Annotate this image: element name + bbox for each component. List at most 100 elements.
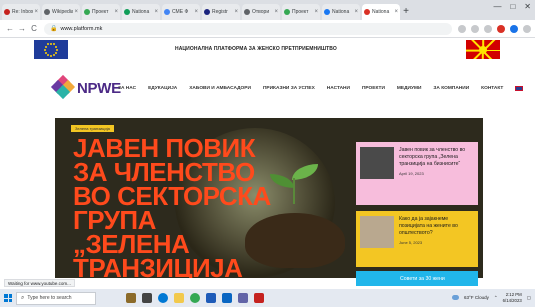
hero-image-plant — [270, 164, 320, 204]
back-button[interactable]: ← — [4, 24, 16, 33]
news-card-title[interactable]: Како да ја зајакнеме позицијата на женит… — [399, 216, 474, 237]
powerpoint-icon[interactable] — [254, 293, 264, 303]
tab-label: Nationa — [372, 9, 390, 15]
tab-close-icon[interactable]: × — [314, 9, 318, 15]
close-window-button[interactable]: ✕ — [524, 2, 531, 11]
tab-close-icon[interactable]: × — [234, 9, 238, 15]
eu-star — [44, 45, 47, 48]
npwe-logo-icon[interactable] — [50, 74, 76, 100]
extension-icon[interactable] — [497, 24, 505, 33]
taskbar-search-input[interactable]: ⌕ Type here to search — [16, 291, 96, 305]
chrome-icon[interactable] — [190, 293, 200, 303]
hero-title[interactable]: Јавен повик за членство во секторска гру… — [73, 135, 273, 278]
tab-label: Проект — [292, 9, 309, 15]
tab-favicon-icon — [4, 9, 10, 15]
eu-star — [56, 48, 58, 51]
edge-icon[interactable] — [158, 293, 168, 303]
eu-flag-logo — [34, 40, 68, 59]
file-explorer-icon[interactable] — [174, 293, 184, 303]
news-card-title[interactable]: Совети за 30 жени — [360, 276, 445, 282]
task-view-icon[interactable] — [142, 293, 152, 303]
news-card[interactable]: Како да ја зајакнеме позицијата на женит… — [356, 211, 478, 267]
tab-close-icon[interactable]: × — [114, 9, 118, 15]
nav-item[interactable]: ПРОЕКТИ — [362, 86, 385, 91]
eu-star — [50, 54, 52, 57]
lock-icon: 🔒 — [50, 26, 58, 32]
network-icon[interactable]: ⌃ — [494, 295, 498, 301]
nav-item[interactable]: ЗА НАС — [118, 86, 136, 91]
reload-button[interactable]: C — [28, 24, 40, 33]
browser-tab[interactable]: Nationa × — [122, 4, 160, 20]
maximize-button[interactable]: □ — [510, 2, 515, 11]
tab-close-icon[interactable]: × — [154, 9, 158, 15]
tab-label: СМЕ Ф — [172, 9, 189, 15]
nav-item[interactable]: ЕДУКАЦИЈА — [148, 86, 177, 91]
minimize-button[interactable]: — — [493, 2, 501, 11]
notifications-icon[interactable]: ▢ — [527, 295, 531, 301]
nav-item[interactable]: ХАБОВИ И АМБАСАДОРИ — [189, 86, 251, 91]
english-language-flag-icon[interactable] — [515, 86, 524, 91]
word-icon[interactable] — [206, 293, 216, 303]
browser-tab[interactable]: Проект × — [82, 4, 120, 20]
tab-close-icon[interactable]: × — [394, 9, 398, 15]
address-bar[interactable]: 🔒 www.platform.mk — [44, 22, 452, 35]
site-logo-text[interactable]: NPWE — [77, 80, 121, 97]
browser-tab[interactable]: Registr × — [202, 4, 240, 20]
new-tab-button[interactable]: + — [400, 4, 412, 20]
system-tray: 63°F Cloudy ⌃ 2:12 PM 6/14/2023 ▢ — [452, 292, 531, 303]
tab-label: Registr — [212, 9, 228, 15]
clock-date: 6/14/2023 — [502, 297, 522, 303]
tab-close-icon[interactable]: × — [74, 9, 78, 15]
search-icon: ⌕ — [21, 294, 25, 301]
nav-item[interactable]: ПРИКАЗНИ ЗА УСПЕХ — [263, 86, 315, 91]
nav-item[interactable]: НАСТАНИ — [327, 86, 350, 91]
taskbar-clock[interactable]: 2:12 PM 6/14/2023 — [503, 292, 522, 303]
browser-tab[interactable]: СМЕ Ф × — [162, 4, 200, 20]
browser-tab[interactable]: Wikipedia × — [42, 4, 80, 20]
browser-tab[interactable]: Nationa × — [322, 4, 360, 20]
weather-text[interactable]: 63°F Cloudy — [464, 295, 489, 300]
profile-avatar[interactable] — [510, 24, 518, 33]
browser-tab[interactable]: Nationa × — [362, 4, 400, 20]
bookmark-star-icon[interactable] — [471, 24, 479, 33]
nav-item[interactable]: КОНТАКТ — [481, 86, 503, 91]
toolbar-icons — [458, 24, 531, 33]
widgets-icon[interactable] — [126, 293, 136, 303]
outlook-icon[interactable] — [222, 293, 232, 303]
tab-favicon-icon — [284, 9, 290, 15]
menu-icon[interactable] — [523, 24, 531, 33]
browser-tab[interactable]: Отвори × — [242, 4, 280, 20]
news-card-date: June 5, 2023 — [399, 240, 423, 245]
hero-category-tag[interactable]: Зелена транзиција — [71, 125, 114, 132]
nav-item[interactable]: ЗА КОМПАНИИ — [433, 86, 469, 91]
news-card[interactable]: Совети за 30 жени — [356, 271, 478, 286]
share-icon[interactable] — [458, 24, 466, 33]
start-button[interactable] — [0, 289, 16, 307]
browser-tab[interactable]: Re: Inbox (1)× — [2, 4, 40, 20]
browser-tab[interactable]: Проект × — [282, 4, 320, 20]
teams-icon[interactable] — [238, 293, 248, 303]
tab-favicon-icon — [44, 9, 50, 15]
clock-time: 2:12 PM — [505, 292, 522, 297]
eu-star — [47, 43, 49, 46]
tab-favicon-icon — [84, 9, 90, 15]
news-card-thumbnail — [360, 147, 394, 179]
news-card-date: April 19, 2023 — [399, 171, 424, 176]
tab-close-icon[interactable]: × — [354, 9, 358, 15]
browser-tab-strip: Re: Inbox (1)×Wikipedia×Проект×Nationa×С… — [0, 0, 535, 20]
tab-close-icon[interactable]: × — [194, 9, 198, 15]
tab-close-icon[interactable]: × — [34, 9, 38, 15]
news-card[interactable]: Јавен повик за членство во секторска гру… — [356, 142, 478, 205]
forward-button[interactable]: → — [16, 24, 28, 33]
plant-stem — [293, 178, 295, 204]
news-card-title[interactable]: Јавен повик за членство во секторска гру… — [399, 147, 474, 168]
tab-label: Re: Inbox (1) — [12, 9, 34, 15]
nav-item[interactable]: МЕДИУМИ — [397, 86, 422, 91]
eu-star — [55, 51, 58, 54]
address-url: www.platform.mk — [60, 25, 103, 32]
tab-label: Nationa — [132, 9, 150, 15]
tab-close-icon[interactable]: × — [274, 9, 278, 15]
site-nav: ЗА НАС ЕДУКАЦИЈА ХАБОВИ И АМБАСАДОРИ ПРИКАЗ… — [118, 86, 524, 91]
tab-favicon-icon — [244, 9, 250, 15]
sidebar-icon[interactable] — [484, 24, 492, 33]
